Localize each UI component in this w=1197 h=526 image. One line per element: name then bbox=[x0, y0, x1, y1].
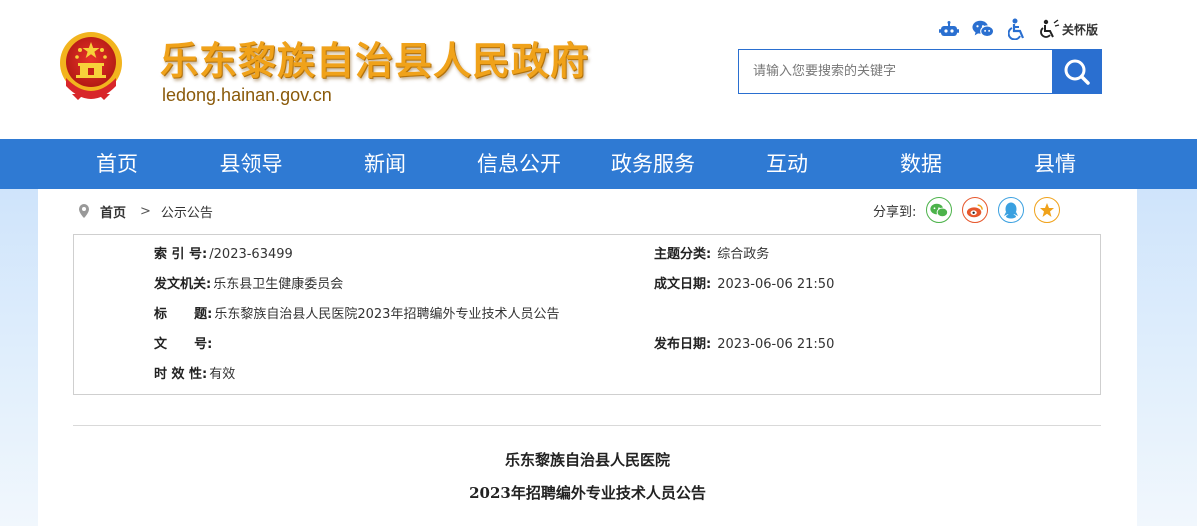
meta-issuer-label: 发文机关: bbox=[154, 277, 212, 292]
search-icon bbox=[1064, 59, 1090, 85]
meta-pubdate-row: 发布日期: 2023-06-06 21:50 bbox=[654, 335, 834, 355]
meta-pubdate-value: 2023-06-06 21:50 bbox=[717, 337, 835, 352]
meta-date-label: 成文日期: bbox=[654, 277, 712, 292]
breadcrumb-current[interactable]: 公示公告 bbox=[161, 202, 213, 221]
breadcrumb-separator: > bbox=[140, 203, 151, 219]
breadcrumb: 首页 > 公示公告 bbox=[78, 200, 213, 222]
care-mode-label: 关怀版 bbox=[1062, 22, 1099, 37]
site-domain: ledong.hainan.gov.cn bbox=[162, 85, 332, 105]
meta-title-label: 标 题: bbox=[154, 307, 213, 322]
wechat-icon[interactable] bbox=[972, 18, 994, 40]
meta-date-row: 成文日期: 2023-06-06 21:50 bbox=[654, 275, 834, 295]
meta-date-value: 2023-06-06 21:50 bbox=[717, 277, 835, 292]
meta-topic-value: 综合政务 bbox=[717, 247, 770, 262]
nav-item-gov-services[interactable]: 政务服务 bbox=[586, 139, 720, 189]
search-button[interactable] bbox=[1052, 49, 1102, 94]
care-mode-icon bbox=[1040, 19, 1060, 38]
nav-item-info-disclosure[interactable]: 信息公开 bbox=[452, 139, 586, 189]
robot-icon[interactable] bbox=[938, 18, 960, 40]
meta-validity-label: 时 效 性: bbox=[154, 367, 208, 382]
meta-title-row: 标 题: 乐东黎族自治县人民医院2023年招聘编外专业技术人员公告 bbox=[154, 305, 559, 325]
meta-index-value: /2023-63499 bbox=[209, 247, 293, 262]
meta-index-label: 索 引 号: bbox=[154, 247, 208, 262]
share-wechat-button[interactable] bbox=[926, 197, 953, 223]
care-mode-button[interactable]: 关怀版 bbox=[1040, 19, 1098, 39]
article-title-line1: 乐东黎族自治县人民医院 bbox=[504, 451, 670, 469]
location-pin-icon bbox=[79, 204, 89, 218]
accessibility-icon[interactable] bbox=[1006, 18, 1028, 40]
content-divider bbox=[73, 425, 1101, 426]
meta-docno-row: 文 号: bbox=[154, 335, 212, 355]
nav-item-home[interactable]: 首页 bbox=[50, 139, 184, 189]
meta-topic-label: 主题分类: bbox=[654, 247, 712, 262]
meta-validity-row: 时 效 性: 有效 bbox=[154, 365, 235, 385]
share-qq-button[interactable] bbox=[998, 197, 1025, 223]
nav-item-interaction[interactable]: 互动 bbox=[720, 139, 854, 189]
search-bar bbox=[738, 49, 1102, 94]
nav-item-leaders[interactable]: 县领导 bbox=[184, 139, 318, 189]
site-title: 乐东黎族自治县人民政府 bbox=[160, 39, 590, 83]
breadcrumb-home-link[interactable]: 首页 bbox=[100, 202, 126, 221]
header-tools: 关怀版 bbox=[938, 18, 1098, 40]
meta-topic-row: 主题分类: 综合政务 bbox=[654, 245, 769, 265]
meta-title-value: 乐东黎族自治县人民医院2023年招聘编外专业技术人员公告 bbox=[214, 307, 560, 322]
meta-issuer-row: 发文机关: 乐东县卫生健康委员会 bbox=[154, 275, 343, 295]
document-meta-table: 索 引 号: /2023-63499 主题分类: 综合政务 发文机关: 乐东县卫… bbox=[73, 234, 1101, 395]
share-bar: 分享到: bbox=[873, 197, 1070, 223]
search-input[interactable] bbox=[738, 49, 1052, 94]
main-nav: 首页 县领导 新闻 信息公开 政务服务 互动 数据 县情 bbox=[0, 139, 1197, 189]
favorite-star-icon bbox=[1040, 203, 1055, 217]
wechat-icon bbox=[930, 203, 949, 217]
article-title-line2: 2023年招聘编外专业技术人员公告 bbox=[469, 484, 706, 502]
nav-item-county-profile[interactable]: 县情 bbox=[988, 139, 1122, 189]
share-favorite-button[interactable] bbox=[1034, 197, 1061, 223]
nav-item-data[interactable]: 数据 bbox=[854, 139, 988, 189]
nav-item-news[interactable]: 新闻 bbox=[318, 139, 452, 189]
national-emblem-icon bbox=[58, 28, 124, 106]
meta-issuer-value: 乐东县卫生健康委员会 bbox=[213, 277, 344, 292]
meta-index-row: 索 引 号: /2023-63499 bbox=[154, 245, 293, 265]
site-header: 乐东黎族自治县人民政府 ledong.hainan.gov.cn 关怀版 请输入… bbox=[0, 0, 1197, 139]
meta-pubdate-label: 发布日期: bbox=[654, 337, 712, 352]
share-weibo-button[interactable] bbox=[962, 197, 989, 223]
qq-icon bbox=[1004, 202, 1019, 218]
share-label: 分享到: bbox=[873, 204, 917, 220]
meta-docno-label: 文 号: bbox=[154, 337, 213, 352]
weibo-icon bbox=[967, 203, 984, 217]
meta-validity-value: 有效 bbox=[209, 367, 236, 382]
